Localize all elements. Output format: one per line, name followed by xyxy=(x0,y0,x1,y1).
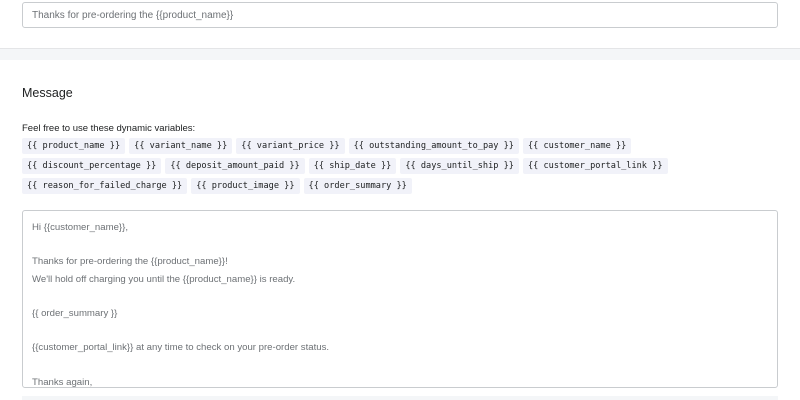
variable-chip-order-summary[interactable]: {{ order_summary }} xyxy=(303,178,412,194)
variable-chip-deposit-amount-paid[interactable]: {{ deposit_amount_paid }} xyxy=(165,158,305,174)
message-line: {{customer_portal_link}} at any time to … xyxy=(32,342,330,354)
message-line: We'll hold off charging you until the {{… xyxy=(32,273,296,285)
variable-chip-days-until-ship[interactable]: {{ days_until_ship }} xyxy=(400,158,519,174)
variable-chip-variant-price[interactable]: {{ variant_price }} xyxy=(236,138,345,154)
message-body-textarea[interactable]: Hi {{customer_name}}, Thanks for pre-ord… xyxy=(22,210,778,388)
message-line: {{ order_summary }} xyxy=(32,307,118,319)
variable-chip-discount-percentage[interactable]: {{ discount_percentage }} xyxy=(22,158,162,174)
email-subject-input[interactable] xyxy=(22,2,778,28)
variable-chip-ship-date[interactable]: {{ ship_date }} xyxy=(308,158,397,174)
variable-chip-customer-name[interactable]: {{ customer_name }} xyxy=(522,138,632,154)
variable-chip-variant-name[interactable]: {{ variant_name }} xyxy=(129,138,233,154)
message-line: Hi {{customer_name}}, xyxy=(32,222,128,233)
variable-chip-product-name[interactable]: {{ product_name }} xyxy=(22,138,126,154)
message-line xyxy=(32,236,768,253)
variable-chip-outstanding-amount[interactable]: {{ outstanding_amount_to_pay }} xyxy=(348,138,519,154)
section-divider xyxy=(0,48,800,60)
variable-chip-reason-for-failed-charge[interactable]: {{ reason_for_failed_charge }} xyxy=(22,178,188,194)
message-line xyxy=(32,322,768,339)
message-line xyxy=(32,357,768,374)
variable-chip-customer-portal-link[interactable]: {{ customer_portal_link }} xyxy=(522,158,668,174)
message-line: Thanks again, xyxy=(32,376,93,388)
section-divider xyxy=(22,396,778,400)
message-line xyxy=(32,288,768,305)
message-line: Thanks for pre-ordering the {{product_na… xyxy=(32,256,228,268)
variables-row: {{ reason_for_failed_charge }} {{ produc… xyxy=(22,178,722,194)
dynamic-variables-list: {{ product_name }} {{ variant_name }} {{… xyxy=(22,138,722,198)
section-title-message: Message xyxy=(22,86,73,100)
variables-row: {{ product_name }} {{ variant_name }} {{… xyxy=(22,138,722,154)
variables-row: {{ discount_percentage }} {{ deposit_amo… xyxy=(22,158,722,174)
variable-chip-product-image[interactable]: {{ product_image }} xyxy=(191,178,300,194)
dynamic-variables-label: Feel free to use these dynamic variables… xyxy=(22,123,196,134)
